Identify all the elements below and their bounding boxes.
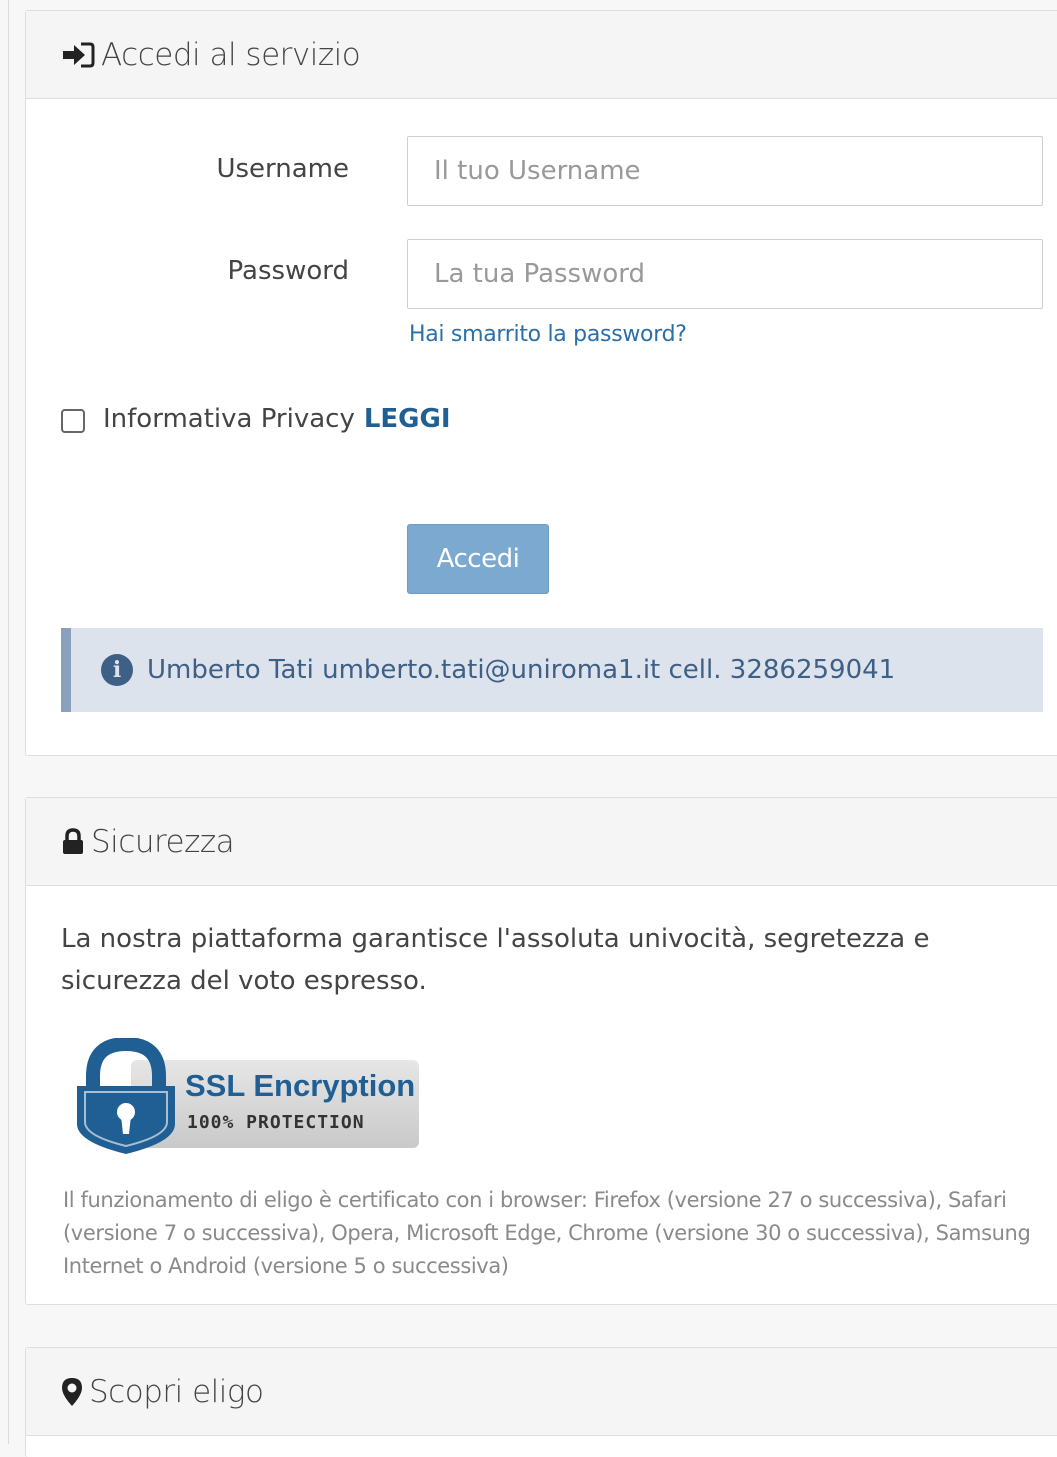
security-panel: Sicurezza La nostra piattaforma garantis… [25,797,1057,1305]
password-label: Password [227,256,349,286]
security-description: La nostra piattaforma garantisce l'assol… [61,924,930,996]
discover-panel-title: Scopri eligo [89,1373,264,1410]
discover-panel: Scopri eligo [25,1347,1057,1457]
forgot-password-link[interactable]: Hai smarrito la password? [409,322,687,347]
lock-icon [61,827,85,856]
contact-info-alert: i Umberto Tati umberto.tati@uniroma1.it … [61,628,1043,712]
login-panel-title: Accedi al servizio [101,36,361,73]
sign-in-icon [61,42,95,68]
ssl-badge-title: SSL Encryption [185,1068,415,1103]
browser-compatibility-note: Il funzionamento di eligo è certificato … [63,1188,1031,1278]
privacy-label: Informativa Privacy [103,404,355,434]
password-input[interactable] [407,239,1043,309]
privacy-row: Informativa Privacy LEGGI [61,404,451,434]
login-panel: Accedi al servizio Username Password Hai… [25,10,1057,756]
privacy-read-link[interactable]: LEGGI [364,404,451,434]
map-marker-icon [61,1377,83,1407]
username-input[interactable] [407,136,1043,206]
privacy-checkbox[interactable] [61,409,85,433]
info-circle-icon: i [101,654,133,686]
contact-info-text: Umberto Tati umberto.tati@uniroma1.it ce… [147,655,896,685]
page-left-border [8,0,9,1444]
security-panel-heading: Sicurezza [26,798,1057,886]
discover-panel-heading: Scopri eligo [26,1348,1057,1436]
ssl-encryption-badge: SSL Encryption 100% PROTECTION [71,1036,421,1158]
security-panel-title: Sicurezza [91,823,235,860]
ssl-badge-subtitle: 100% PROTECTION [187,1112,365,1133]
username-label: Username [216,154,349,184]
login-button[interactable]: Accedi [407,524,549,594]
login-panel-heading: Accedi al servizio [26,11,1057,99]
